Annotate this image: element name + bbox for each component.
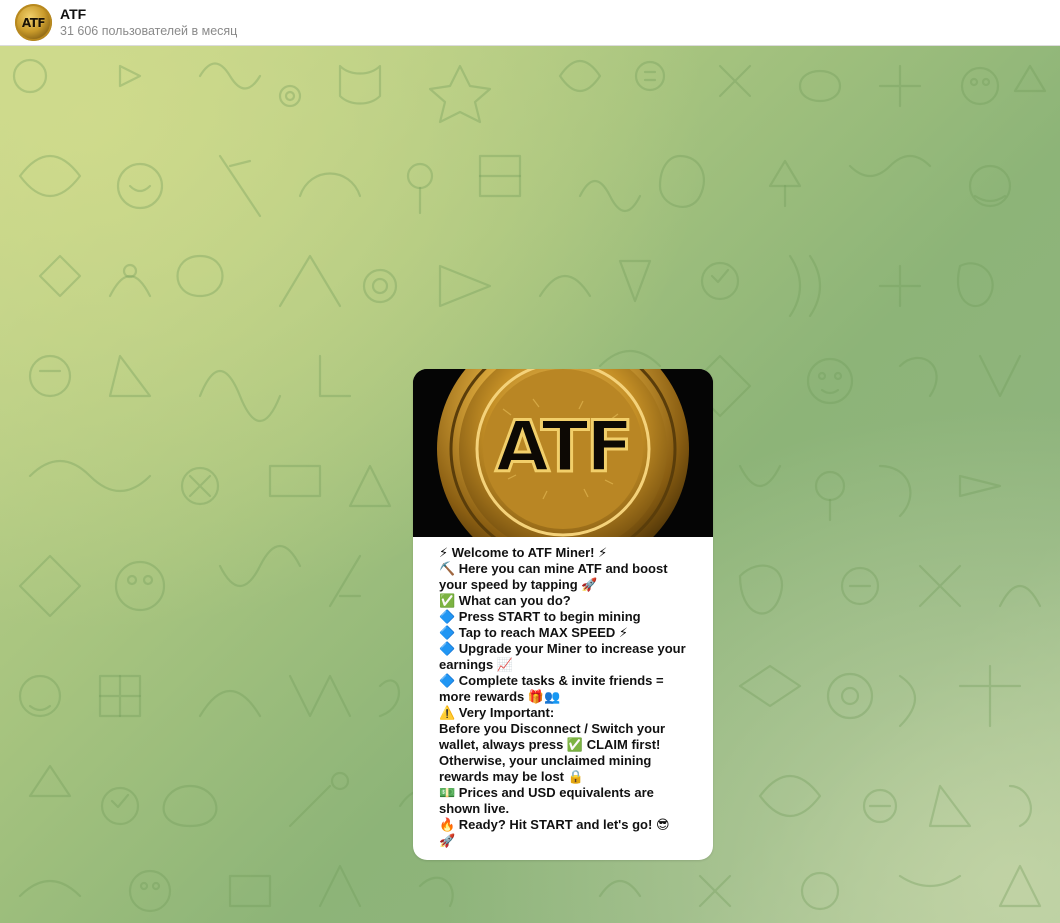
message-line: 🔷 Tap to reach MAX SPEED ⚡ bbox=[439, 625, 629, 640]
message-line: Before you Disconnect / Switch your bbox=[439, 721, 666, 736]
message-line: ⛏️ Here you can mine ATF and boost bbox=[439, 561, 668, 576]
channel-message[interactable]: ATF ⚡ Welcome to ATF Miner! ⚡ ⛏️ Here yo… bbox=[413, 369, 713, 860]
avatar-logo-text: ATF bbox=[21, 15, 46, 30]
message-line: ✅ What can you do? bbox=[439, 593, 571, 608]
message-line: your speed by tapping 🚀 bbox=[439, 577, 598, 592]
message-text: ⚡ Welcome to ATF Miner! ⚡ ⛏️ Here you ca… bbox=[413, 537, 713, 849]
coin-logo-text: ATF bbox=[495, 406, 630, 488]
chat-wallpaper: ATF ⚡ Welcome to ATF Miner! ⚡ ⛏️ Here yo… bbox=[0, 46, 1060, 923]
message-line: 🔥 Ready? Hit START and let's go! 😎 bbox=[439, 817, 670, 832]
chat-title[interactable]: ATF bbox=[60, 6, 86, 22]
message-line: ⚡ Welcome to ATF Miner! ⚡ bbox=[439, 545, 608, 560]
coin-illustration: ATF bbox=[413, 369, 713, 537]
channel-avatar[interactable]: ATF bbox=[15, 4, 52, 41]
message-line: 💵 Prices and USD equivalents are bbox=[439, 785, 654, 800]
message-line: wallet, always press ✅ CLAIM first! bbox=[439, 737, 661, 752]
atf-coin-image[interactable]: ATF bbox=[413, 369, 713, 537]
message-line: shown live. bbox=[439, 801, 510, 816]
message-line: Otherwise, your unclaimed mining bbox=[439, 753, 652, 768]
message-line: 🔷 Upgrade your Miner to increase your bbox=[439, 641, 686, 656]
message-line: 🔷 Press START to begin mining bbox=[439, 609, 641, 624]
telegram-window: ATF ATF 31 606 пользователей в месяц ATF… bbox=[0, 0, 1060, 923]
chat-subtitle: 31 606 пользователей в месяц bbox=[60, 24, 238, 38]
message-line: 🚀 bbox=[439, 833, 456, 848]
message-line: rewards may be lost 🔒 bbox=[439, 769, 584, 784]
chat-header[interactable]: ATF ATF 31 606 пользователей в месяц bbox=[0, 0, 1060, 46]
message-line: earnings 📈 bbox=[439, 657, 513, 672]
message-line: 🔷 Complete tasks & invite friends = bbox=[439, 673, 664, 688]
message-line: ⚠️ Very Important: bbox=[439, 705, 555, 720]
message-line: more rewards 🎁👥 bbox=[439, 689, 561, 704]
